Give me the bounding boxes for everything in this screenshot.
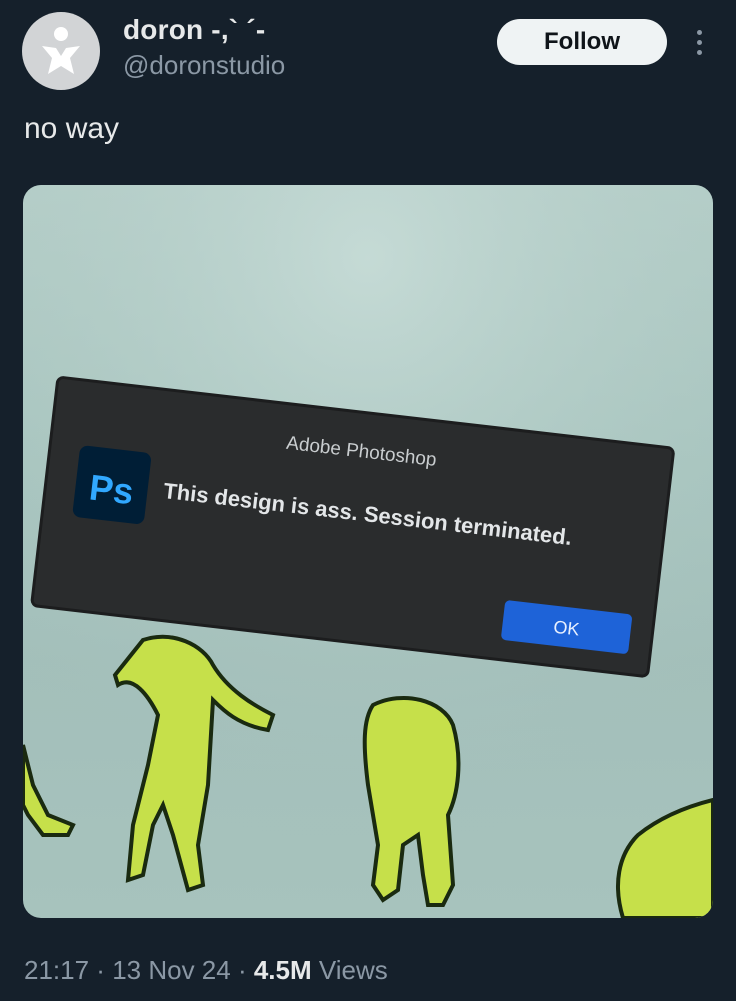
dialog-ok-label: OK — [552, 617, 580, 640]
dot-icon — [696, 39, 702, 45]
views-count[interactable]: 4.5M — [254, 955, 312, 985]
dot-icon — [696, 29, 702, 35]
author-handle[interactable]: @doronstudio — [123, 50, 285, 81]
ps-icon-text: Ps — [87, 466, 135, 512]
meta-separator: · — [230, 955, 254, 985]
tweet-text: no way — [24, 112, 120, 145]
tweet-header: doron -,` ´- @doronstudio Follow — [0, 0, 736, 100]
dot-icon — [696, 49, 702, 55]
photo-scene: Adobe Photoshop Ps This design is ass. S… — [23, 185, 713, 918]
meta-separator: · — [89, 955, 113, 985]
tweet-date[interactable]: 13 Nov 24 — [112, 955, 231, 985]
person-logo-icon — [42, 27, 80, 74]
views-label: Views — [311, 955, 388, 985]
author-name[interactable]: doron -,` ´- — [123, 14, 265, 46]
follow-button[interactable]: Follow — [497, 19, 667, 65]
avatar[interactable] — [22, 12, 100, 90]
tweet-photo[interactable]: Adobe Photoshop Ps This design is ass. S… — [23, 185, 713, 918]
tweet-time[interactable]: 21:17 — [24, 955, 89, 985]
more-options-icon[interactable] — [688, 22, 710, 62]
tweet-meta: 21:17 · 13 Nov 24 · 4.5M Views — [24, 955, 388, 986]
